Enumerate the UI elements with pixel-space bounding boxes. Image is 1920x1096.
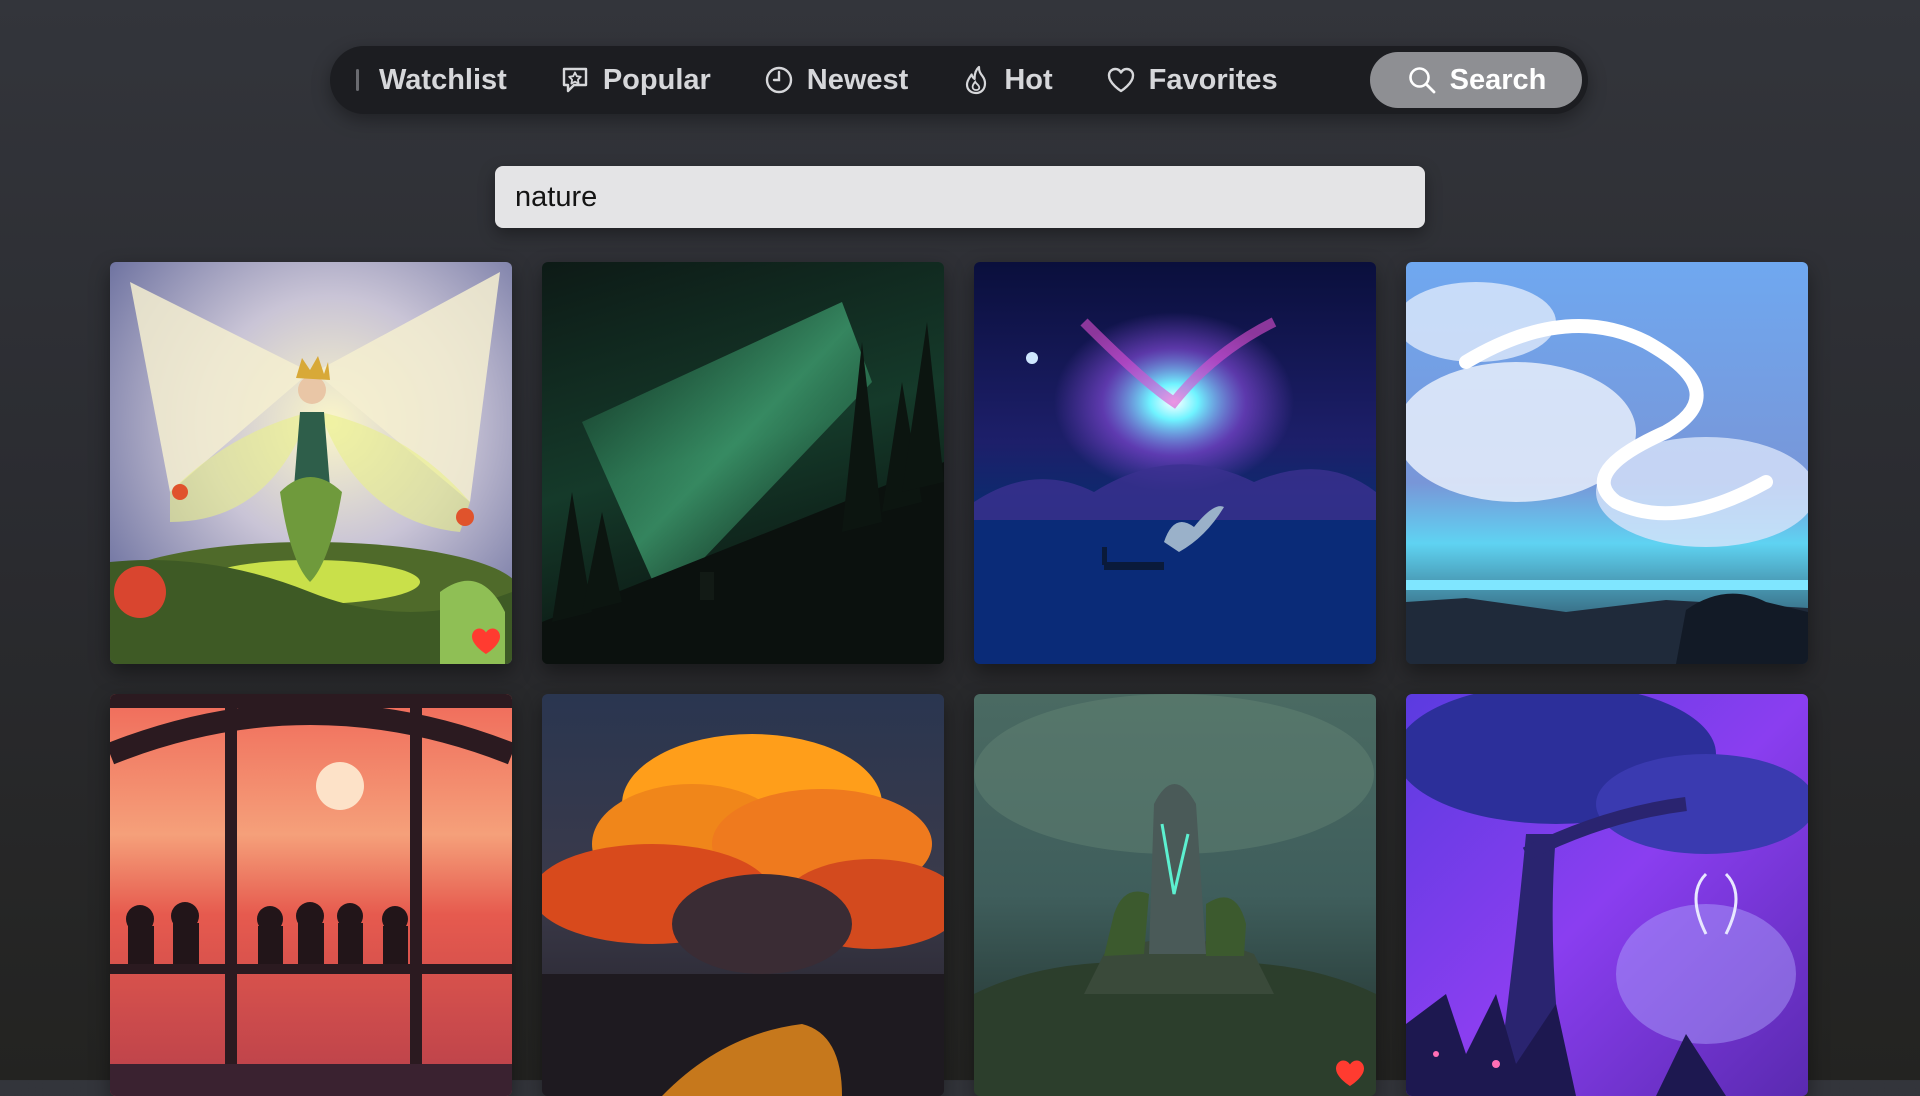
search-icon: [1408, 67, 1436, 94]
result-tile[interactable]: [1406, 694, 1808, 1096]
glowing-stone-island-artwork: [974, 694, 1376, 1096]
result-tile[interactable]: [542, 694, 944, 1096]
flame-icon: [966, 65, 987, 95]
tab-search[interactable]: Search: [1370, 52, 1582, 108]
results-grid: [110, 262, 1810, 1096]
sunset-bridge-friends-artwork: [110, 694, 512, 1096]
result-tile[interactable]: [110, 262, 512, 664]
search-field-container[interactable]: [495, 166, 1425, 228]
tab-newest[interactable]: Newest: [737, 52, 935, 108]
result-tile[interactable]: [974, 694, 1376, 1096]
whale-aurora-night-artwork: [974, 262, 1376, 664]
tab-popular[interactable]: Popular: [533, 52, 737, 108]
tab-label: Popular: [602, 63, 711, 96]
green-aurora-forest-artwork: [542, 262, 944, 664]
tab-label: Hot: [1004, 63, 1053, 96]
clock-icon: [765, 66, 792, 94]
search-input[interactable]: [515, 180, 1405, 214]
star-bubble-icon: [562, 67, 588, 93]
orange-cloud-sunset-artwork: [542, 694, 944, 1096]
fairy-queen-artwork: [110, 262, 512, 664]
result-tile[interactable]: [110, 694, 512, 1096]
result-tile[interactable]: [974, 262, 1376, 664]
result-tile[interactable]: [542, 262, 944, 664]
tab-label: Newest: [806, 63, 909, 96]
tab-label: Search: [1449, 63, 1547, 96]
tab-label: Watchlist: [379, 63, 507, 96]
result-tile[interactable]: [1406, 262, 1808, 664]
tab-favorites[interactable]: Favorites: [1079, 52, 1304, 108]
favorite-heart-icon: [472, 628, 500, 654]
favorite-heart-icon: [1336, 1060, 1364, 1086]
heart-icon: [1107, 67, 1134, 93]
cloud-dragon-sky-artwork: [1406, 262, 1808, 664]
tab-label: Favorites: [1148, 63, 1278, 96]
tab-watchlist[interactable]: Watchlist: [350, 52, 533, 108]
tab-hot[interactable]: Hot: [934, 52, 1078, 108]
purple-tree-spirit-deer-artwork: [1406, 694, 1808, 1096]
category-tab-bar: Watchlist Popular Newest Hot Favorites S…: [330, 46, 1588, 114]
